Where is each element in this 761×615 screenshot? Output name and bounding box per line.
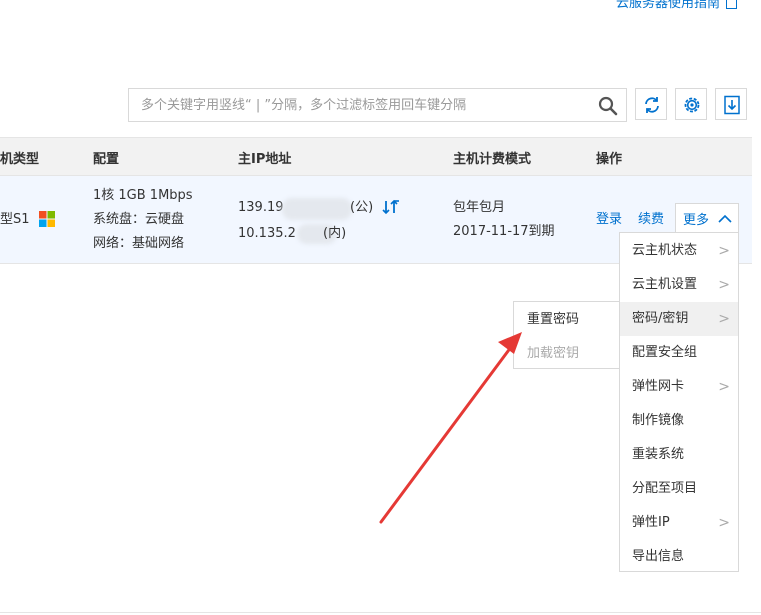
divider — [0, 612, 761, 613]
annotation-arrow-icon — [379, 332, 522, 524]
